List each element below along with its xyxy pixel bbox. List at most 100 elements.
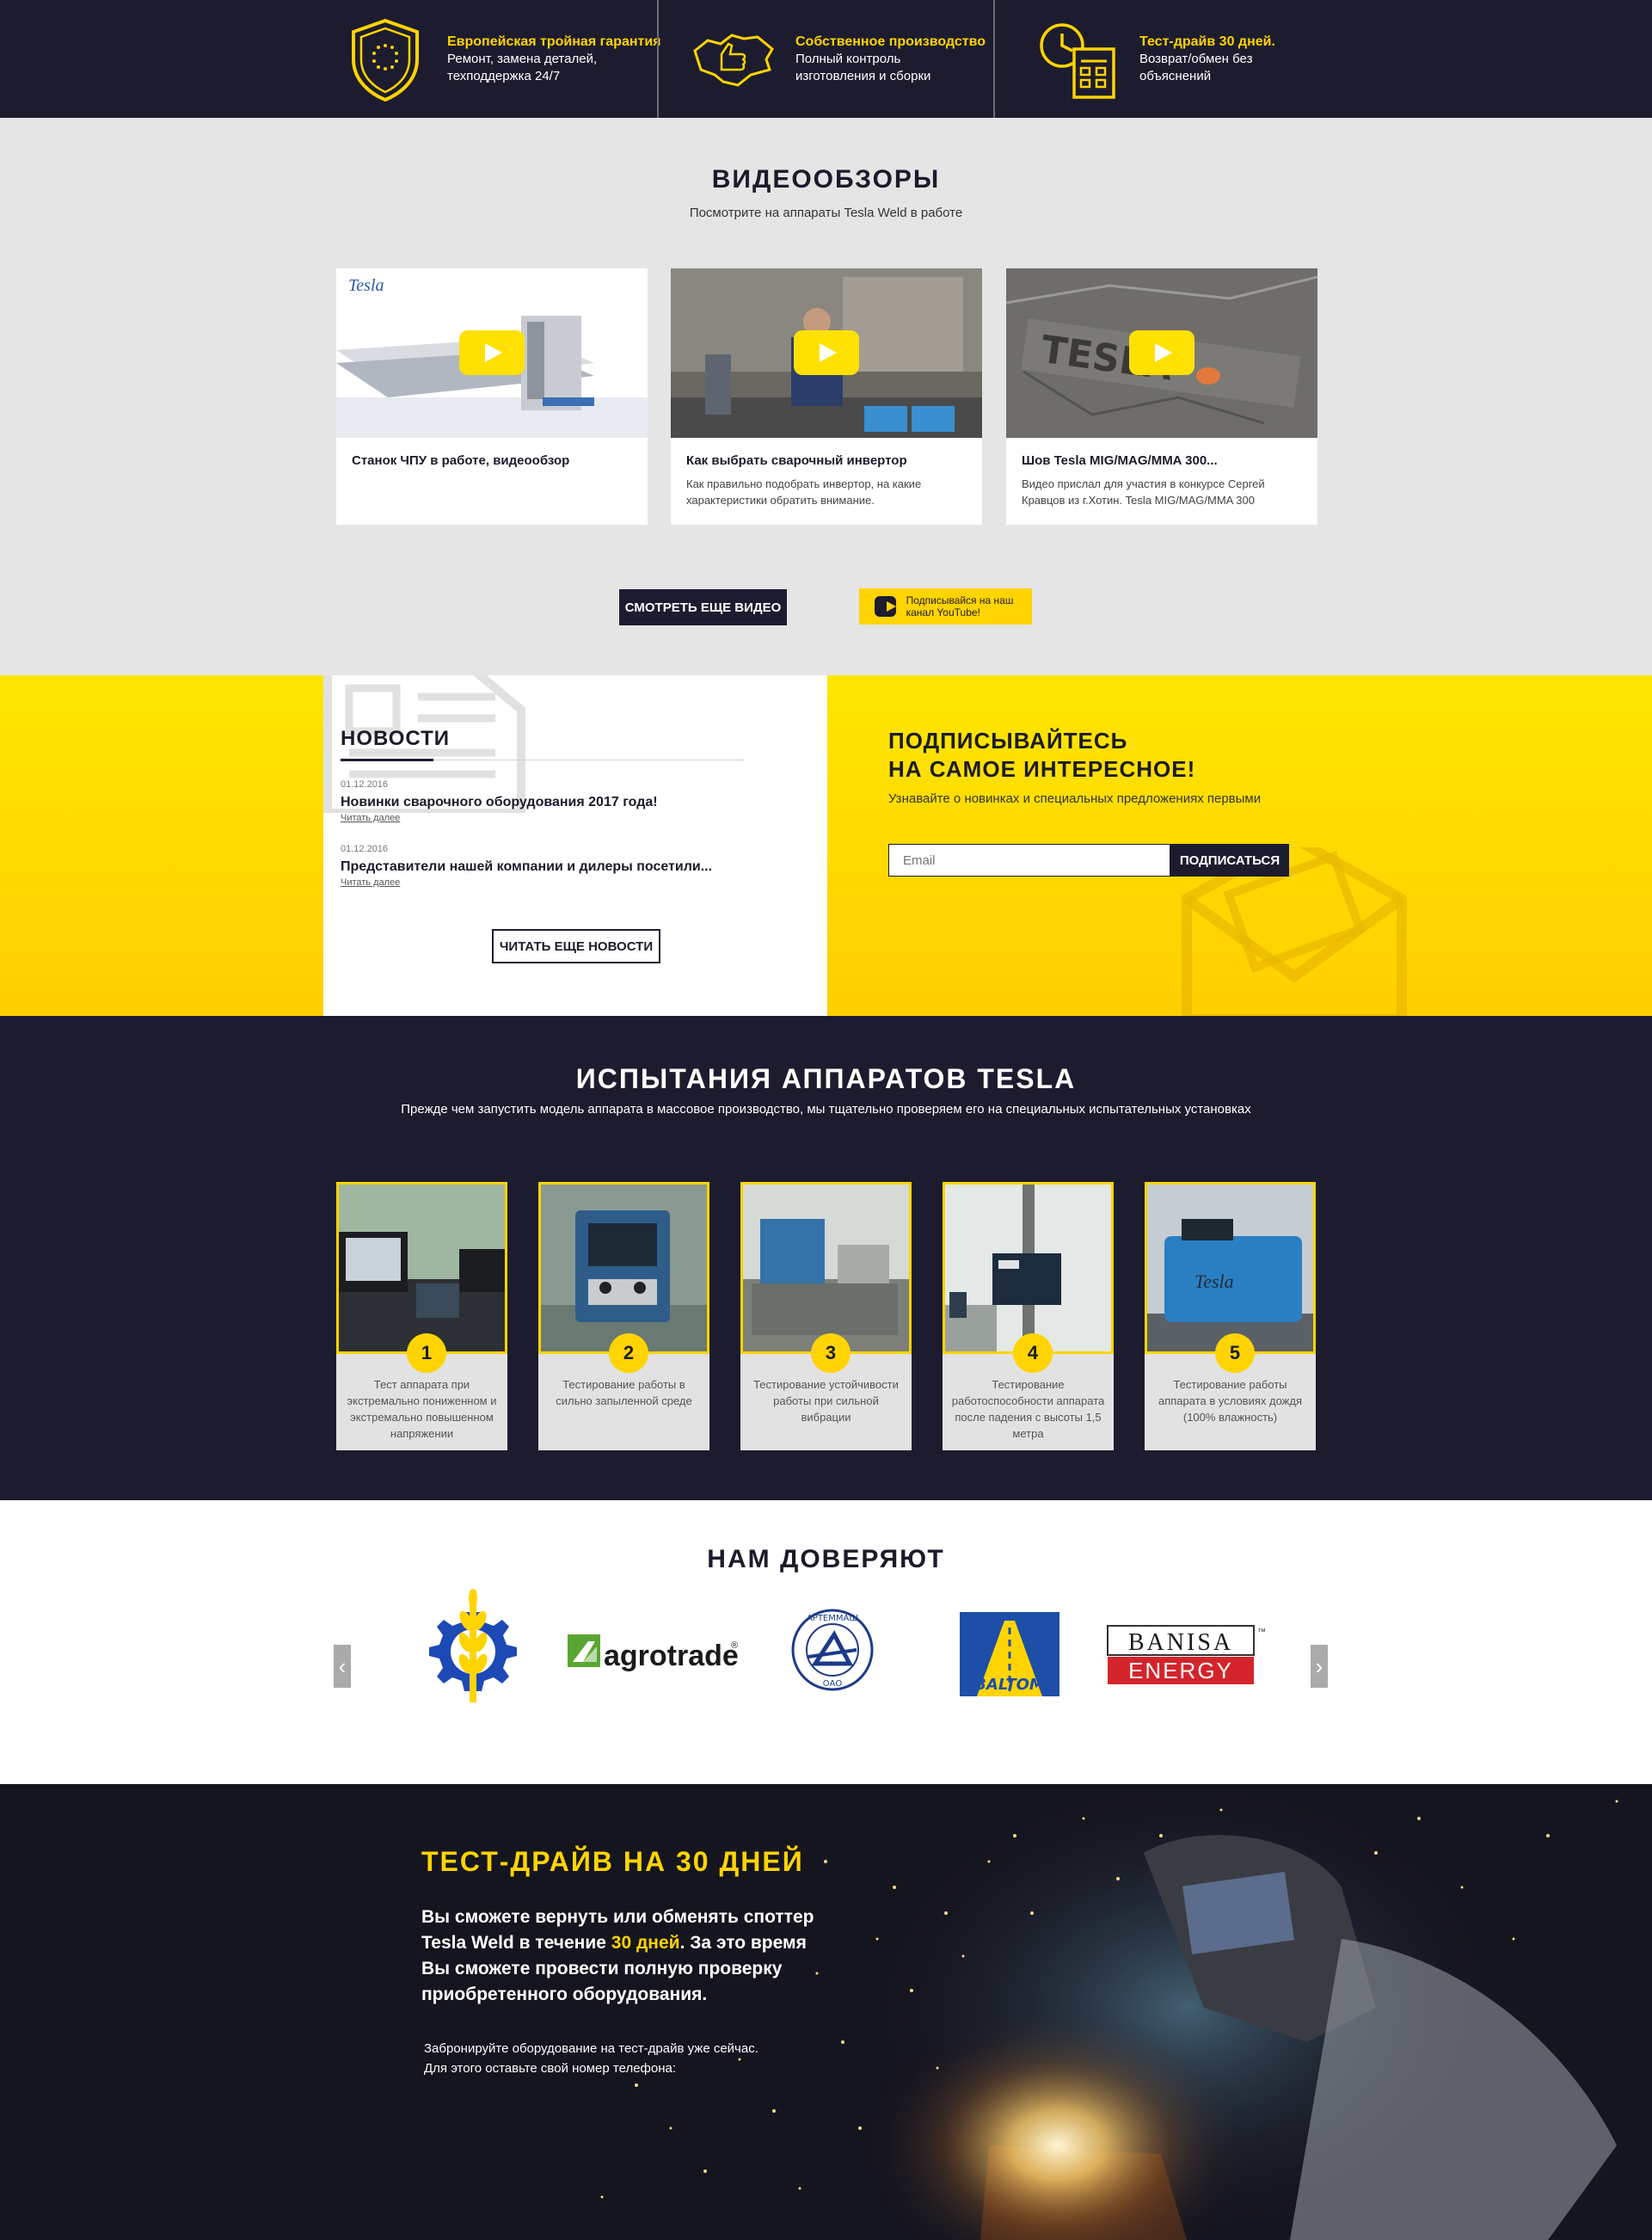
- more-news-button[interactable]: ЧИТАТЬ ЕЩЕ НОВОСТИ: [492, 929, 660, 963]
- test-photo: Tesla: [1145, 1182, 1316, 1354]
- news-subscribe-section: НОВОСТИ 01.12.2016 Новинки сварочного об…: [0, 675, 1652, 1019]
- banisa-energy-logo: BANISA ENERGY ™: [1107, 1625, 1266, 1684]
- video-title[interactable]: Как выбрать сварочный инвертор: [686, 453, 907, 468]
- news-panel: НОВОСТИ 01.12.2016 Новинки сварочного об…: [323, 675, 827, 1016]
- svg-text:Tesla: Tesla: [1194, 1271, 1234, 1292]
- news-headline[interactable]: Представители нашей компании и дилеры по…: [341, 859, 712, 875]
- chevron-left-icon: ‹: [338, 1652, 347, 1679]
- carousel-next-button[interactable]: ›: [1311, 1645, 1328, 1688]
- test-desc: Тестирование работы в сильно запыленной …: [556, 1378, 692, 1407]
- step-number: 5: [1215, 1333, 1255, 1373]
- step-number: 1: [407, 1333, 446, 1373]
- youtube-subscribe-label: Подписывайся на наш канал YouTube!: [906, 594, 1014, 618]
- news-read-more-link[interactable]: Читать далее: [341, 813, 400, 823]
- carousel-prev-button[interactable]: ‹: [334, 1645, 351, 1688]
- svg-text:АРТЕММАШ: АРТЕММАШ: [807, 1614, 858, 1623]
- test-card: 4 Тестирование работоспособности аппарат…: [943, 1182, 1114, 1450]
- feature-guarantee: Европейская тройная гарантия Ремонт, зам…: [340, 0, 661, 118]
- svg-text:ENERGY: ENERGY: [1128, 1658, 1233, 1683]
- test-drive-section: ТЕСТ-ДРАЙВ НА 30 ДНЕЙ Вы сможете вернуть…: [0, 1784, 1652, 2240]
- news-date: 01.12.2016: [341, 844, 389, 854]
- test-desc: Тестирование работоспособности аппарата …: [951, 1378, 1105, 1440]
- test-desc: Тестирование работы аппарата в условиях …: [1158, 1378, 1302, 1424]
- svg-text:™: ™: [1257, 1628, 1266, 1637]
- video-desc: Видео прислал для участия в конкурсе Сер…: [1022, 477, 1265, 507]
- news-date: 01.12.2016: [341, 779, 389, 790]
- partners-section: НАМ ДОВЕРЯЮТ ‹ › agrotrade ® АРТЕММАШ ОА: [0, 1500, 1652, 1784]
- welding-background-image: [0, 1784, 1652, 2240]
- step-number: 4: [1013, 1333, 1053, 1373]
- step-number: 2: [609, 1333, 648, 1373]
- video-card[interactable]: TESLA Шов Tesla MIG/MAG/MMA 300... Видео…: [1006, 268, 1317, 525]
- section-subtitle: Прежде чем запустить модель аппарата в м…: [401, 1102, 1251, 1117]
- test-desc: Тестирование устойчивости работы при сил…: [753, 1378, 899, 1424]
- feature-desc: Полный контроль изготовления и сборки: [795, 51, 931, 83]
- artemmash-logo: АРТЕММАШ ОАО: [791, 1609, 874, 1691]
- divider: [341, 759, 433, 761]
- test-desc: Тест аппарата при экстремально пониженно…: [347, 1378, 497, 1440]
- test-photo: [336, 1182, 507, 1354]
- feature-title: Тест-драйв 30 дней.: [1139, 34, 1275, 49]
- more-videos-button[interactable]: СМОТРЕТЬ ЕЩЕ ВИДЕО: [619, 589, 787, 625]
- video-reviews-section: ВИДЕООБЗОРЫ Посмотрите на аппараты Tesla…: [0, 118, 1652, 675]
- feature-title: Европейская тройная гарантия: [447, 34, 661, 49]
- test-card: 1 Тест аппарата при экстремально понижен…: [336, 1182, 507, 1450]
- eu-shield-icon: [340, 14, 430, 104]
- divider: [993, 0, 995, 118]
- play-button[interactable]: [794, 330, 859, 375]
- section-title: НАМ ДОВЕРЯЮТ: [707, 1545, 945, 1573]
- youtube-subscribe-button[interactable]: Подписывайся на наш канал YouTube!: [859, 588, 1032, 625]
- news-title: НОВОСТИ: [341, 727, 451, 750]
- feature-title: Собственное производство: [795, 34, 986, 49]
- video-card[interactable]: Как выбрать сварочный инвертор Как прави…: [671, 268, 982, 525]
- video-thumbnail[interactable]: Tesla: [336, 268, 648, 438]
- test-card: 2 Тестирование работы в сильно запыленно…: [538, 1182, 709, 1450]
- test-drive-text: Вы сможете вернуть или обменять споттер …: [421, 1907, 814, 2004]
- video-title[interactable]: Шов Tesla MIG/MAG/MMA 300...: [1022, 453, 1218, 468]
- youtube-icon: [875, 596, 896, 617]
- chevron-right-icon: ›: [1315, 1652, 1323, 1679]
- section-title: ВИДЕООБЗОРЫ: [711, 165, 941, 194]
- svg-text:BALTOM: BALTOM: [974, 1676, 1045, 1694]
- svg-text:BANISA: BANISA: [1128, 1629, 1233, 1656]
- clock-calendar-icon: [1032, 14, 1122, 104]
- video-thumbnail[interactable]: TESLA: [1006, 268, 1317, 438]
- svg-text:®: ®: [731, 1640, 738, 1651]
- feature-production: Собственное производство Полный контроль…: [688, 0, 986, 118]
- agrotrade-text: agrotrade: [604, 1640, 739, 1672]
- test-card: Tesla 5 Тестирование работы аппарата в у…: [1145, 1182, 1316, 1450]
- section-subtitle: Посмотрите на аппараты Tesla Weld в рабо…: [689, 206, 963, 220]
- test-card: 3 Тестирование устойчивости работы при с…: [740, 1182, 912, 1450]
- features-bar: Европейская тройная гарантия Ремонт, зам…: [0, 0, 1652, 118]
- video-desc: Как правильно подобрать инвертор, на как…: [686, 477, 922, 507]
- divider: [657, 0, 659, 118]
- svg-text:ОАО: ОАО: [823, 1679, 843, 1689]
- feature-desc: Возврат/обмен без объяснений: [1139, 51, 1253, 83]
- tests-section: ИСПЫТАНИЯ АППАРАТОВ TESLA Прежде чем зап…: [0, 1016, 1652, 1500]
- test-photo: [538, 1182, 709, 1354]
- news-read-more-link[interactable]: Читать далее: [341, 877, 400, 888]
- test-photo: [740, 1182, 912, 1354]
- step-number: 3: [811, 1333, 851, 1373]
- video-title[interactable]: Станок ЧПУ в работе, видеообзор: [352, 453, 569, 468]
- svg-text:Tesla: Tesla: [348, 276, 384, 295]
- ukraine-map-thumb-icon: [688, 14, 778, 104]
- test-drive-note: Забронируйте оборудование на тест-драйв …: [424, 2041, 758, 2076]
- agro-gear-logo: [429, 1589, 517, 1702]
- subscribe-desc: Узнавайте о новинках и специальных предл…: [888, 791, 1262, 806]
- test-drive-title: ТЕСТ-ДРАЙВ НА 30 ДНЕЙ: [421, 1846, 804, 1877]
- agrotrade-logo: agrotrade ®: [564, 1631, 740, 1674]
- feature-desc: Ремонт, замена деталей, техподдержка 24/…: [447, 51, 598, 83]
- baltom-logo: BALTOM: [960, 1612, 1059, 1696]
- play-button[interactable]: [1129, 330, 1194, 375]
- video-card[interactable]: Tesla Станок ЧПУ в работе, видеообзор: [336, 268, 648, 525]
- test-photo: [943, 1182, 1114, 1354]
- video-thumbnail[interactable]: [671, 268, 982, 438]
- news-headline[interactable]: Новинки сварочного оборудования 2017 год…: [341, 795, 658, 810]
- play-button[interactable]: [459, 330, 525, 375]
- subscribe-button[interactable]: ПОДПИСАТЬСЯ: [1170, 844, 1289, 877]
- section-title: ИСПЫТАНИЯ АППАРАТОВ TESLA: [575, 1063, 1077, 1094]
- subscribe-title: ПОДПИСЫВАЙТЕСЬ НА САМОЕ ИНТЕРЕСНОЕ!: [888, 728, 1196, 782]
- feature-testdrive: Тест-драйв 30 дней. Возврат/обмен без об…: [1032, 0, 1303, 118]
- email-field[interactable]: [888, 844, 1170, 877]
